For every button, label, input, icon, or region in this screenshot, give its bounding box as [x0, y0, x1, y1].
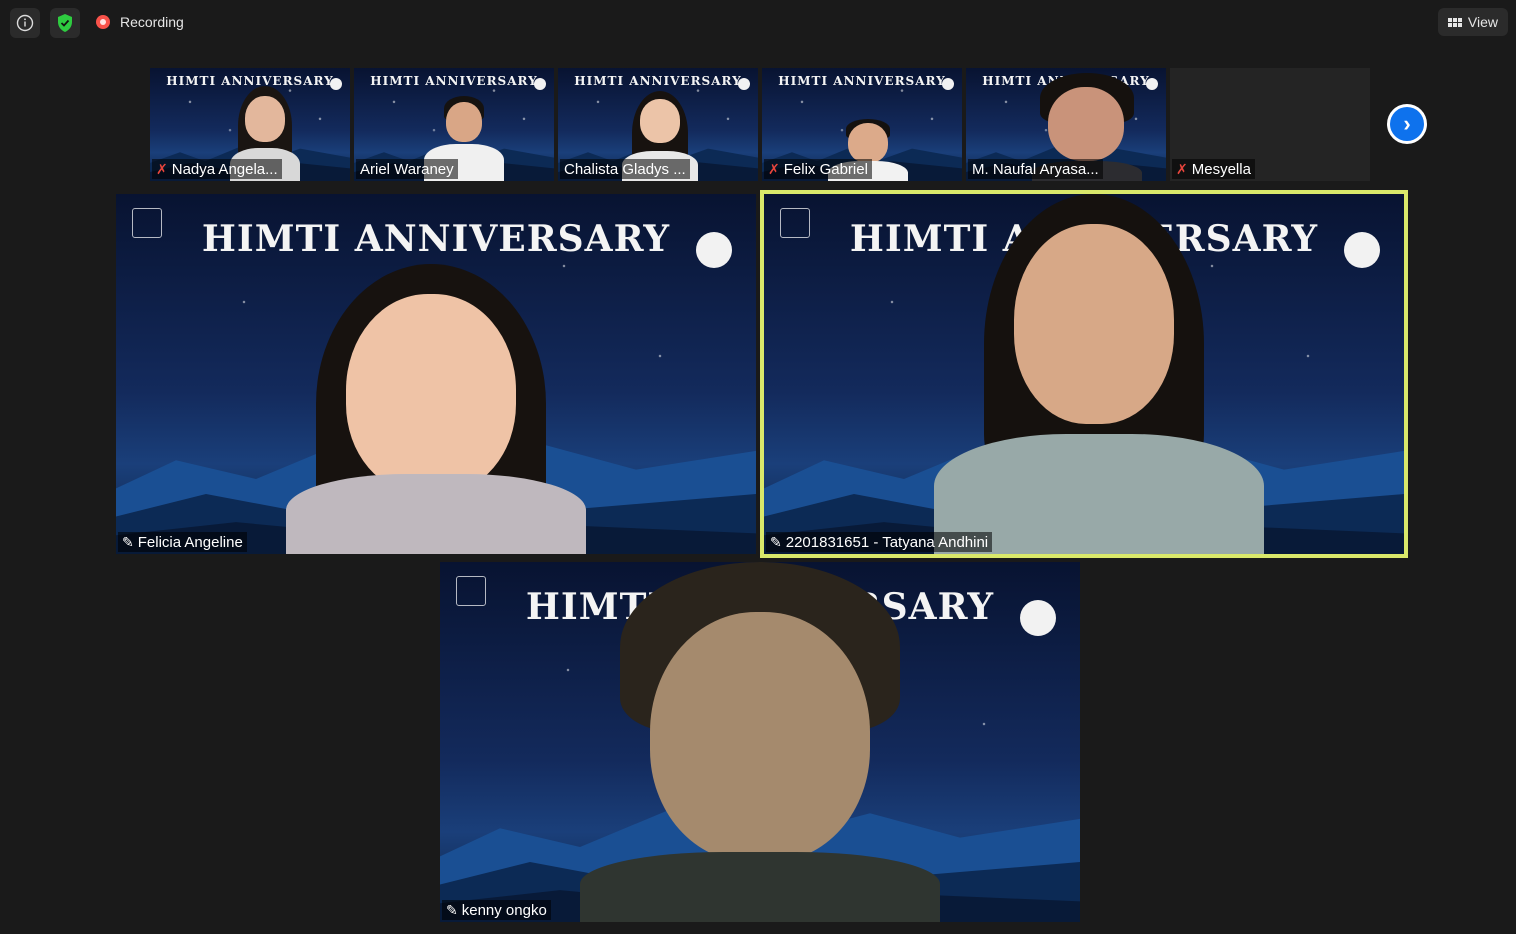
- video-tile-tatyana-active-speaker[interactable]: HIMTI ANNIVERSARY ✎ 2201831651 - Tatyana…: [760, 190, 1408, 558]
- participant-name: 2201831651 - Tatyana Andhini: [785, 533, 989, 551]
- participant-name: Chalista Gladys ...: [564, 160, 686, 178]
- participant-name-tag: Ariel Waraney: [356, 159, 458, 179]
- mic-muted-icon: ✗: [768, 160, 780, 177]
- participant-name-tag: ✎ Felicia Angeline: [118, 532, 247, 552]
- participant-name-tag: M. Naufal Aryasa...: [968, 159, 1103, 179]
- participant-tile-strip-1[interactable]: HIMTI ANNIVERSARY ✗ Nadya Angela...: [150, 68, 350, 181]
- participant-name: kenny ongko: [461, 901, 547, 919]
- participant-tile-strip-2[interactable]: HIMTI ANNIVERSARY Ariel Waraney: [354, 68, 554, 181]
- view-label: View: [1467, 14, 1498, 30]
- participant-name: Ariel Waraney: [360, 160, 454, 178]
- participant-name: Felicia Angeline: [137, 533, 243, 551]
- participant-name: Mesyella: [1191, 160, 1251, 178]
- participant-name: M. Naufal Aryasa...: [972, 160, 1099, 178]
- info-icon: [16, 14, 34, 32]
- video-tile-kenny[interactable]: HIMTI ANNIVERSARY ✎ kenny ongko: [440, 562, 1080, 922]
- meeting-top-bar: Recording View: [0, 0, 1516, 46]
- pin-icon: ✎: [770, 533, 782, 550]
- chevron-right-icon: ›: [1403, 111, 1411, 136]
- meeting-info-button[interactable]: [10, 8, 40, 38]
- participant-name: Felix Gabriel: [783, 160, 868, 178]
- participant-name-tag: ✗ Felix Gabriel: [764, 159, 872, 179]
- pin-icon: ✎: [446, 901, 458, 918]
- participant-tile-strip-3[interactable]: HIMTI ANNIVERSARY Chalista Gladys ...: [558, 68, 758, 181]
- recording-label: Recording: [120, 14, 184, 30]
- mic-muted-icon: ✗: [156, 160, 168, 177]
- security-button[interactable]: [50, 8, 80, 38]
- participant-name-tag: ✗ Mesyella: [1172, 159, 1255, 179]
- participant-tile-strip-4[interactable]: HIMTI ANNIVERSARY ✗ Felix Gabriel: [762, 68, 962, 181]
- participant-tile-strip-5[interactable]: HIMTI ANNIVERSARY M. Naufal Aryasa...: [966, 68, 1166, 181]
- mic-muted-icon: ✗: [1176, 160, 1188, 177]
- participant-name-tag: Chalista Gladys ...: [560, 159, 690, 179]
- next-page-button[interactable]: ›: [1387, 104, 1427, 144]
- participant-name-tag: ✎ kenny ongko: [442, 900, 551, 920]
- record-dot-icon: [96, 15, 110, 29]
- participant-name: Nadya Angela...: [171, 160, 278, 178]
- banner-text: HIMTI ANNIVERSARY: [574, 74, 742, 88]
- banner-text: HIMTI ANNIVERSARY: [778, 74, 946, 88]
- banner-text: HIMTI ANNIVERSARY: [201, 218, 671, 260]
- participant-name-tag: ✎ 2201831651 - Tatyana Andhini: [766, 532, 993, 552]
- grid-view-icon: [1447, 17, 1462, 27]
- recording-indicator[interactable]: Recording: [96, 14, 184, 30]
- video-tile-felicia[interactable]: HIMTI ANNIVERSARY ✎ Felicia Angeline: [116, 194, 756, 554]
- participant-name-tag: ✗ Nadya Angela...: [152, 159, 282, 179]
- view-button[interactable]: View: [1437, 8, 1508, 36]
- shield-check-icon: [58, 14, 72, 32]
- participant-tile-strip-6[interactable]: ✗ Mesyella: [1170, 68, 1370, 181]
- banner-text: HIMTI ANNIVERSARY: [370, 74, 538, 88]
- pin-icon: ✎: [122, 533, 134, 550]
